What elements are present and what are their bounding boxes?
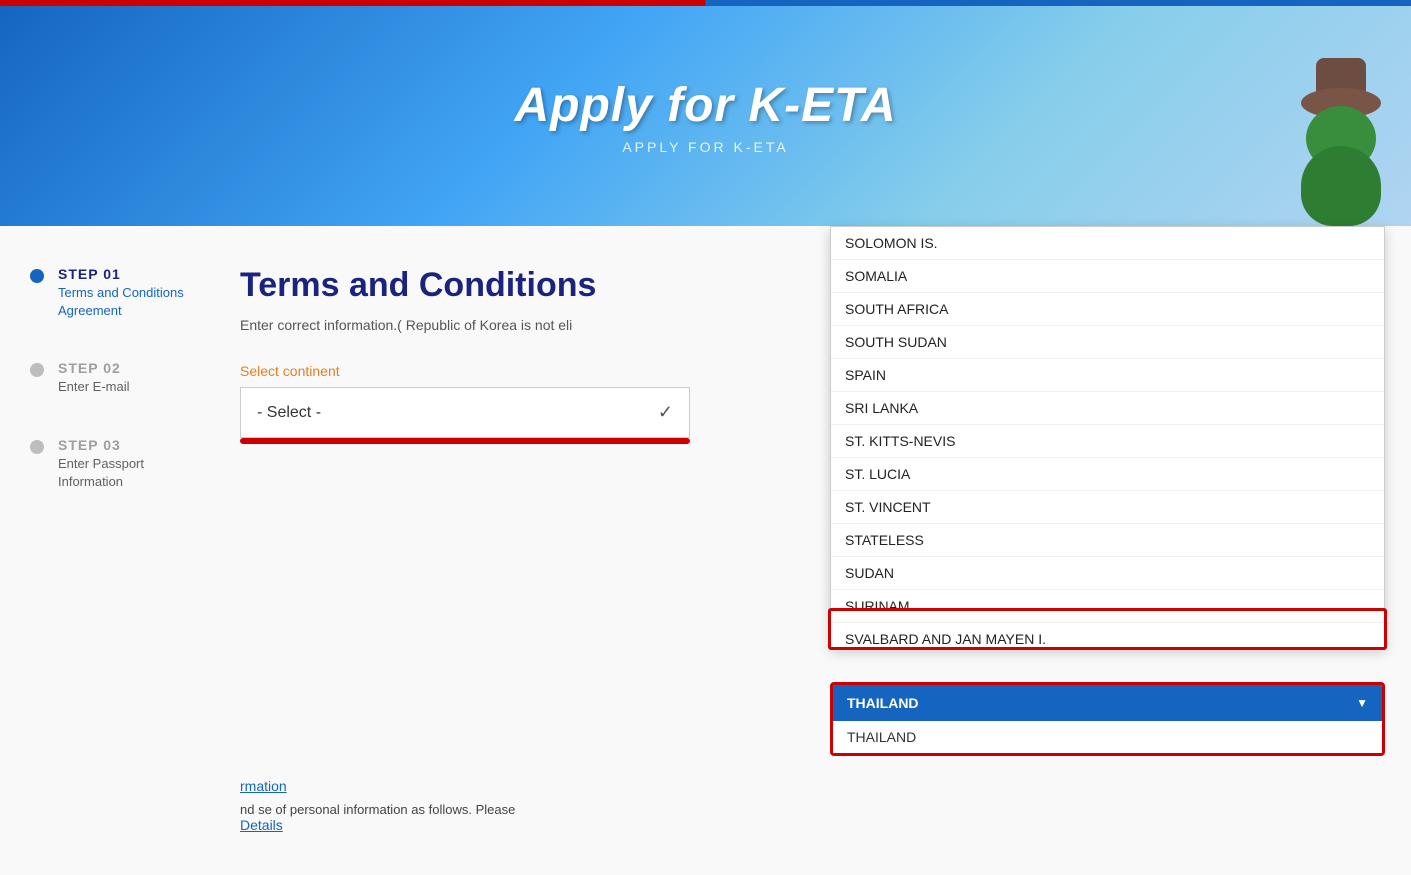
country-item-sudan[interactable]: SUDAN bbox=[831, 557, 1384, 590]
country-next-item[interactable]: THAILAND bbox=[833, 721, 1382, 753]
continent-options-list: - Select - AFRICA AMERICAS ASIA-PACIFIC … bbox=[243, 441, 687, 444]
sidebar: STEP 01 Terms and Conditions Agreement S… bbox=[0, 226, 220, 875]
country-select-arrow: ▼ bbox=[1356, 696, 1368, 710]
step03-number: STEP 03 bbox=[58, 437, 200, 453]
country-selected-display[interactable]: THAILAND ▼ bbox=[833, 685, 1382, 721]
hero-subtitle: APPLY FOR K-ETA bbox=[622, 139, 788, 155]
continent-option-select[interactable]: - Select - bbox=[243, 441, 687, 444]
step01-label: Terms and Conditions Agreement bbox=[58, 284, 200, 320]
country-item-st-kitts[interactable]: ST. KITTS-NEVIS bbox=[831, 425, 1384, 458]
hero-section: Apply for K-ETA APPLY FOR K-ETA bbox=[0, 6, 1411, 226]
continent-select-value: - Select - bbox=[257, 404, 321, 422]
continent-select[interactable]: - Select - ✓ bbox=[240, 387, 690, 438]
details-link[interactable]: Details bbox=[240, 817, 283, 833]
country-item-sri-lanka[interactable]: SRI LANKA bbox=[831, 392, 1384, 425]
country-selected-label: THAILAND bbox=[847, 695, 919, 711]
country-select-highlighted: THAILAND ▼ THAILAND bbox=[830, 682, 1385, 756]
country-item-south-africa[interactable]: SOUTH AFRICA bbox=[831, 293, 1384, 326]
step01-number: STEP 01 bbox=[58, 266, 200, 282]
personal-info-text: nd se of personal information as follows… bbox=[240, 802, 1371, 817]
country-item-stateless[interactable]: STATELESS bbox=[831, 524, 1384, 557]
personal-info-link[interactable]: rmation bbox=[240, 778, 287, 794]
continent-dropdown: - Select - AFRICA AMERICAS ASIA-PACIFIC … bbox=[240, 438, 690, 444]
country-item-spain[interactable]: SPAIN bbox=[831, 359, 1384, 392]
step02-dot bbox=[30, 363, 44, 377]
country-highlight-border: THAILAND ▼ THAILAND bbox=[830, 682, 1385, 756]
step02-label: Enter E-mail bbox=[58, 378, 130, 396]
country-item-south-sudan[interactable]: SOUTH SUDAN bbox=[831, 326, 1384, 359]
country-item-svalbard[interactable]: SVALBARD AND JAN MAYEN I. bbox=[831, 623, 1384, 647]
country-dropdown-container: SOLOMON IS. SOMALIA SOUTH AFRICA SOUTH S… bbox=[830, 226, 1385, 648]
sidebar-item-step02: STEP 02 Enter E-mail bbox=[30, 360, 200, 396]
step01-dot bbox=[30, 269, 44, 283]
chevron-down-icon: ✓ bbox=[658, 402, 673, 423]
step02-number: STEP 02 bbox=[58, 360, 130, 376]
country-item-surinam[interactable]: SURINAM bbox=[831, 590, 1384, 623]
personal-info-section: rmation nd se of personal information as… bbox=[240, 778, 1371, 835]
country-item-st-vincent[interactable]: ST. VINCENT bbox=[831, 491, 1384, 524]
hero-title: Apply for K-ETA bbox=[514, 78, 896, 133]
step03-label: Enter Passport Information bbox=[58, 455, 200, 491]
mascot-character bbox=[1291, 106, 1391, 226]
country-item-solomon[interactable]: SOLOMON IS. bbox=[831, 227, 1384, 260]
country-list[interactable]: SOLOMON IS. SOMALIA SOUTH AFRICA SOUTH S… bbox=[831, 227, 1384, 647]
country-item-st-lucia[interactable]: ST. LUCIA bbox=[831, 458, 1384, 491]
country-item-somalia[interactable]: SOMALIA bbox=[831, 260, 1384, 293]
sidebar-item-step01: STEP 01 Terms and Conditions Agreement bbox=[30, 266, 200, 320]
continent-select-wrapper: - Select - ✓ - Select - AFRICA AMERICAS … bbox=[240, 387, 690, 438]
step03-dot bbox=[30, 440, 44, 454]
main-container: STEP 01 Terms and Conditions Agreement S… bbox=[0, 226, 1411, 875]
sidebar-item-step03: STEP 03 Enter Passport Information bbox=[30, 437, 200, 491]
